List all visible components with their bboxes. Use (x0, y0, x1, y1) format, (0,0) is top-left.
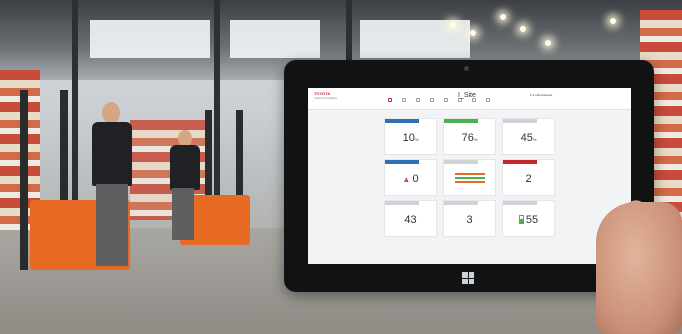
nav-item-admin-icon[interactable] (470, 98, 478, 108)
skylight-window (230, 20, 320, 58)
nav-item-dashboard-icon[interactable] (400, 98, 408, 108)
ceiling-light (500, 14, 506, 20)
card-header-bar (444, 119, 478, 123)
kpi-value: 10% (385, 132, 436, 144)
ceiling-light (520, 26, 526, 32)
kpi-card[interactable]: 45% (502, 118, 555, 155)
kpi-card[interactable]: ▲ 0 (384, 159, 437, 196)
forklift-mast (20, 90, 28, 270)
kpi-number: 45 (520, 132, 533, 144)
ceiling-light (545, 40, 551, 46)
warning-triangle-icon: ▲ (402, 175, 413, 184)
app-title: I_Site (458, 92, 476, 99)
kpi-number: 0 (412, 173, 419, 185)
app-header: TOYOTA material handling I_Site ▾ ● Admi… (308, 88, 631, 110)
card-header-bar (503, 201, 537, 205)
kpi-number: 2 (525, 173, 532, 185)
kpi-unit: % (473, 137, 478, 142)
kpi-value: 2 (503, 173, 554, 185)
card-header-bar (385, 119, 419, 123)
kpi-card[interactable]: 3 (443, 200, 496, 237)
card-header-bar (385, 201, 419, 205)
kpi-unit: % (414, 137, 419, 142)
card-header-bar (503, 119, 537, 123)
mini-chart-icon (454, 173, 485, 185)
kpi-value: 55 (503, 214, 554, 226)
nav-item-help-icon[interactable] (484, 98, 492, 108)
card-header-bar (503, 160, 537, 164)
nav-item-trucks-icon[interactable] (428, 98, 436, 108)
kpi-value: ▲ 0 (385, 173, 436, 185)
camera-icon (464, 66, 469, 71)
kpi-card[interactable]: 10% (384, 118, 437, 155)
nav-item-settings-icon[interactable] (456, 98, 464, 108)
kpi-value (444, 173, 495, 188)
kpi-card[interactable]: 2 (502, 159, 555, 196)
nav-bar (386, 98, 492, 108)
kpi-value: 76% (444, 132, 495, 144)
skylight-window (90, 20, 210, 58)
ceiling-light (450, 22, 456, 28)
kpi-number: 55 (525, 214, 539, 226)
kpi-number: 3 (466, 214, 473, 226)
kpi-number: 43 (404, 214, 417, 226)
tablet-screen: TOYOTA material handling I_Site ▾ ● Admi… (308, 88, 631, 264)
user-menu[interactable]: ▾ ● Administrator (530, 93, 553, 97)
kpi-card[interactable]: 76% (443, 118, 496, 155)
kpi-number: 76 (461, 132, 474, 144)
kpi-card[interactable] (443, 159, 496, 196)
brand-subtitle: material handling (314, 96, 337, 100)
windows-logo-icon[interactable] (462, 272, 474, 284)
ceiling-light (610, 18, 616, 24)
kpi-grid: 10% 76% 45% ▲ 0 2 43 3 55 (384, 118, 556, 237)
battery-icon (518, 215, 524, 224)
hand-holding-tablet (596, 202, 682, 334)
nav-item-home-icon[interactable] (386, 98, 394, 108)
card-header-bar (444, 160, 478, 164)
ceiling-light (470, 30, 476, 36)
kpi-value: 45% (503, 132, 554, 144)
card-header-bar (444, 201, 478, 205)
kpi-card[interactable]: 55 (502, 200, 555, 237)
nav-item-reports-icon[interactable] (442, 98, 450, 108)
kpi-value: 43 (385, 214, 436, 226)
nav-item-drivers-icon[interactable] (414, 98, 422, 108)
card-header-bar (385, 160, 419, 164)
kpi-card[interactable]: 43 (384, 200, 437, 237)
kpi-number: 10 (402, 132, 415, 144)
kpi-value: 3 (444, 214, 495, 226)
kpi-unit: % (532, 137, 537, 142)
